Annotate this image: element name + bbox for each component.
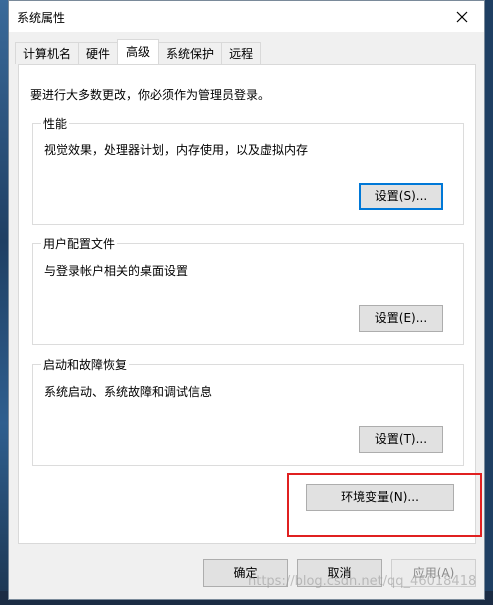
user-profiles-group: 用户配置文件 与登录帐户相关的桌面设置 设置(E)...	[32, 235, 464, 345]
close-icon	[456, 11, 468, 22]
highlight-annotation-box	[287, 473, 482, 537]
user-profiles-group-title: 用户配置文件	[41, 235, 118, 252]
startup-recovery-group-title: 启动和故障恢复	[41, 356, 130, 373]
desktop-background-right	[485, 0, 493, 605]
user-profiles-description: 与登录帐户相关的桌面设置	[44, 264, 189, 278]
performance-group: 性能 视觉效果，处理器计划，内存使用，以及虚拟内存 设置(S)...	[32, 115, 464, 225]
startup-recovery-description: 系统启动、系统故障和调试信息	[44, 385, 213, 399]
close-button[interactable]	[440, 1, 484, 32]
admin-notice: 要进行大多数更改，你必须作为管理员登录。	[30, 88, 271, 102]
window-title: 系统属性	[17, 11, 66, 25]
ok-button[interactable]: 确定	[203, 559, 288, 587]
tab-hardware[interactable]: 硬件	[78, 42, 119, 64]
apply-button[interactable]: 应用(A)	[391, 559, 476, 587]
performance-group-title: 性能	[41, 115, 70, 132]
performance-settings-button[interactable]: 设置(S)...	[359, 183, 443, 210]
tab-strip: 计算机名 硬件 高级 系统保护 远程	[15, 39, 262, 64]
tab-advanced[interactable]: 高级	[117, 39, 160, 64]
tab-remote[interactable]: 远程	[221, 42, 262, 64]
startup-recovery-group: 启动和故障恢复 系统启动、系统故障和调试信息 设置(T)...	[32, 356, 464, 466]
title-bar: 系统属性	[9, 1, 484, 32]
cancel-button[interactable]: 取消	[297, 559, 382, 587]
startup-recovery-settings-button[interactable]: 设置(T)...	[359, 426, 443, 453]
user-profiles-settings-button[interactable]: 设置(E)...	[359, 305, 443, 332]
tab-system-protection[interactable]: 系统保护	[158, 42, 223, 64]
performance-description: 视觉效果，处理器计划，内存使用，以及虚拟内存	[44, 143, 309, 157]
tab-computer-name[interactable]: 计算机名	[15, 42, 80, 64]
